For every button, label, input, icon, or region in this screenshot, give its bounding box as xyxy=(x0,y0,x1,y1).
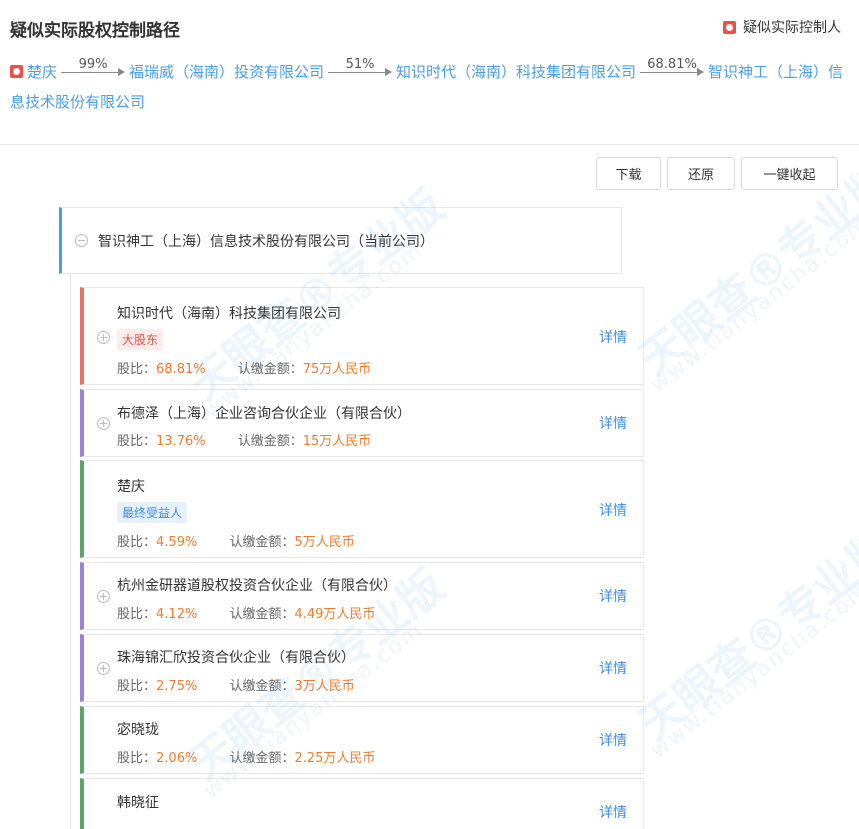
shareholder-card: 杭州金研器道股权投资合伙企业（有限合伙） 股比：4.12% 认缴金额：4.49万… xyxy=(80,562,644,630)
arrow-head-icon xyxy=(697,68,705,76)
ratio-label: 股比： xyxy=(117,362,157,377)
download-button[interactable]: 下载 xyxy=(596,157,661,190)
tree-connector xyxy=(70,273,71,829)
ratio-label: 股比： xyxy=(117,434,157,449)
amount-label: 认缴金额： xyxy=(229,607,295,622)
detail-link[interactable]: 详情 xyxy=(599,327,627,347)
watermark-suffix-text: 专业版 xyxy=(768,520,859,643)
ratio-label: 股比： xyxy=(117,607,157,622)
watermark-brand-text: 天眼查 xyxy=(629,628,766,751)
ratio-value: 2.75% xyxy=(156,679,198,694)
detail-link[interactable]: 详情 xyxy=(599,658,627,678)
amount-value: 5万人民币 xyxy=(294,535,355,550)
shareholder-name[interactable]: 宓晓珑 xyxy=(117,719,159,739)
arrow-line xyxy=(328,72,387,73)
watermark-brand-text: 天眼查 xyxy=(629,263,766,386)
expand-icon[interactable] xyxy=(97,331,110,344)
ratio-value: 4.12% xyxy=(156,607,198,622)
shareholder-meta: 股比：4.59% 认缴金额：5万人民币 xyxy=(117,531,355,550)
path-percentage: 99% xyxy=(78,57,108,72)
arrow-line xyxy=(61,72,120,73)
amount-label: 认缴金额： xyxy=(229,751,295,766)
amount-value: 75万人民币 xyxy=(302,362,372,377)
path-arrow: 51% xyxy=(328,57,393,87)
watermark-url: www.tianyancha.com xyxy=(646,577,859,764)
legend: 疑似实际控制人 xyxy=(723,17,841,37)
shareholder-meta: 股比：68.81% 认缴金额：75万人民币 xyxy=(117,358,371,377)
path-start-link[interactable]: 楚庆 xyxy=(27,63,57,81)
collapse-all-button[interactable]: 一键收起 xyxy=(741,157,838,190)
detail-link[interactable]: 详情 xyxy=(599,586,627,606)
page-title: 疑似实际股权控制路径 xyxy=(10,21,180,41)
path-company-link[interactable]: 福瑞威（海南）投资有限公司 xyxy=(129,63,324,81)
major-shareholder-badge: 大股东 xyxy=(117,329,164,350)
ratio-value: 68.81% xyxy=(156,362,206,377)
shareholder-card: 宓晓珑 股比：2.06% 认缴金额：2.25万人民币 详情 xyxy=(80,706,644,774)
expand-icon[interactable] xyxy=(97,590,110,603)
shareholder-card: 知识时代（海南）科技集团有限公司 大股东 股比：68.81% 认缴金额：75万人… xyxy=(80,287,644,385)
arrow-head-icon xyxy=(118,68,126,76)
path-arrow: 68.81% xyxy=(640,57,705,87)
control-path: 楚庆 99% 福瑞威（海南）投资有限公司 51% 知识时代（海南）科技集团有限公司 68.… xyxy=(10,57,846,117)
controller-marker-icon xyxy=(723,20,736,34)
collapse-icon[interactable] xyxy=(75,234,88,247)
shareholder-meta: 股比：4.12% 认缴金额：4.49万人民币 xyxy=(117,603,375,622)
detail-link[interactable]: 详情 xyxy=(599,730,627,750)
shareholder-meta: 股比：13.76% 认缴金额：15万人民币 xyxy=(117,430,371,449)
watermark-url: www.tianyancha.com xyxy=(646,211,859,398)
path-company-link[interactable]: 知识时代（海南）科技集团有限公司 xyxy=(396,63,636,81)
shareholder-name[interactable]: 布德泽（上海）企业咨询合伙企业（有限合伙） xyxy=(117,403,411,423)
current-company-label: 智识神工（上海）信息技术股份有限公司（当前公司） xyxy=(98,234,434,250)
amount-value: 4.49万人民币 xyxy=(294,607,376,622)
amount-value: 15万人民币 xyxy=(302,434,372,449)
control-path-header: 疑似实际股权控制路径 疑似实际控制人 楚庆 99% 福瑞威（海南）投资有限公司 51%… xyxy=(0,0,859,145)
path-arrow: 99% xyxy=(61,57,126,87)
shareholder-card: 珠海锦汇欣投资合伙企业（有限合伙） 股比：2.75% 认缴金额：3万人民币 详情 xyxy=(80,634,644,702)
path-percentage: 68.81% xyxy=(647,57,697,72)
ratio-label: 股比： xyxy=(117,679,157,694)
amount-value: 3万人民币 xyxy=(294,679,355,694)
amount-label: 认缴金额： xyxy=(237,434,303,449)
shareholder-meta: 股比：2.75% 认缴金额：3万人民币 xyxy=(117,675,355,694)
beneficiary-badge: 最终受益人 xyxy=(117,502,188,523)
detail-link[interactable]: 详情 xyxy=(599,500,627,520)
expand-icon[interactable] xyxy=(97,417,110,430)
expand-icon[interactable] xyxy=(97,662,110,675)
shareholder-name[interactable]: 韩晓征 xyxy=(117,792,159,812)
shareholder-card: 布德泽（上海）企业咨询合伙企业（有限合伙） 股比：13.76% 认缴金额：15万… xyxy=(80,389,644,457)
shareholder-meta: 股比：2.06% 认缴金额：2.25万人民币 xyxy=(117,747,375,766)
amount-label: 认缴金额： xyxy=(237,362,303,377)
shareholder-name[interactable]: 珠海锦汇欣投资合伙企业（有限合伙） xyxy=(117,647,355,667)
watermark-brand: 天眼查®专业版 xyxy=(623,512,859,752)
amount-label: 认缴金额： xyxy=(229,679,295,694)
ratio-label: 股比： xyxy=(117,535,157,550)
shareholder-name[interactable]: 楚庆 xyxy=(117,476,145,496)
shareholder-name[interactable]: 知识时代（海南）科技集团有限公司 xyxy=(117,303,341,323)
legend-label: 疑似实际控制人 xyxy=(743,20,841,36)
shareholder-name[interactable]: 杭州金研器道股权投资合伙企业（有限合伙） xyxy=(117,575,397,595)
shareholder-card: 韩晓征 详情 xyxy=(80,778,644,829)
amount-value: 2.25万人民币 xyxy=(294,751,376,766)
detail-link[interactable]: 详情 xyxy=(599,802,627,822)
current-company-node[interactable]: 智识神工（上海）信息技术股份有限公司（当前公司） xyxy=(59,207,622,274)
restore-button[interactable]: 还原 xyxy=(667,157,735,190)
arrow-head-icon xyxy=(385,68,393,76)
ratio-value: 13.76% xyxy=(156,434,206,449)
arrow-line xyxy=(640,72,699,73)
path-percentage: 51% xyxy=(345,57,375,72)
amount-label: 认缴金额： xyxy=(229,535,295,550)
ratio-value: 4.59% xyxy=(156,535,198,550)
detail-link[interactable]: 详情 xyxy=(599,413,627,433)
ratio-value: 2.06% xyxy=(156,751,198,766)
ratio-label: 股比： xyxy=(117,751,157,766)
shareholder-card: 楚庆 最终受益人 股比：4.59% 认缴金额：5万人民币 详情 xyxy=(80,460,644,558)
controller-marker-icon xyxy=(10,65,23,78)
